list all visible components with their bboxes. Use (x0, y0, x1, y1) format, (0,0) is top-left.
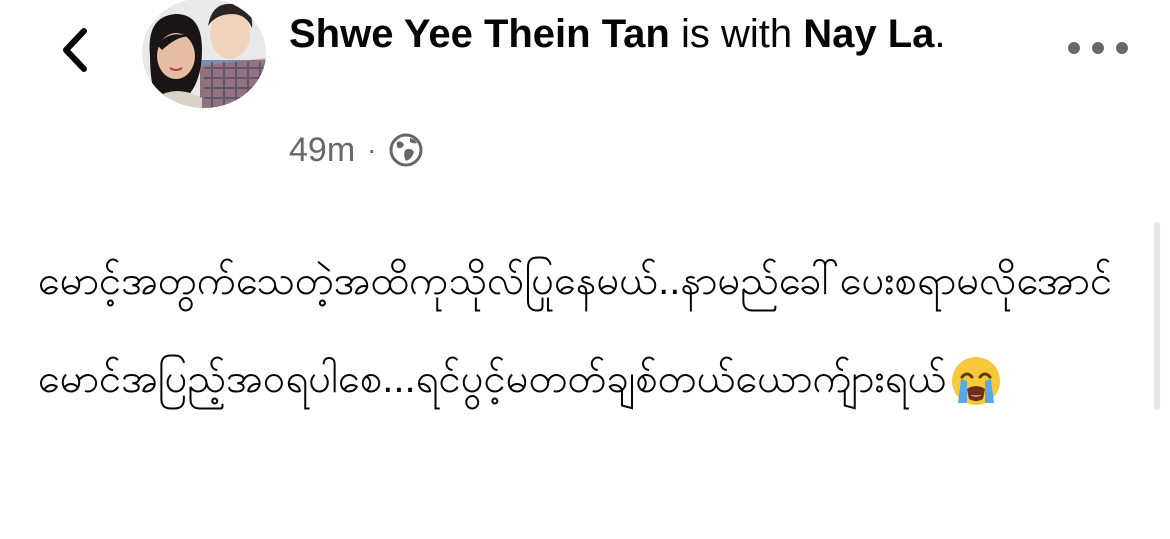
author-name[interactable]: Shwe Yee Thein Tan (289, 12, 670, 56)
post-meta: 49m · (289, 128, 424, 172)
loudly-crying-face-emoji (952, 357, 1001, 406)
tagged-friend[interactable]: Nay La (803, 12, 934, 56)
avatar-photo (142, 0, 266, 108)
chevron-left-icon (63, 28, 87, 72)
avatar[interactable] (142, 0, 266, 108)
post-container: Shwe Yee Thein Tan is with Nay La. 49m ·… (0, 0, 1170, 539)
more-dot (1116, 42, 1128, 54)
with-connector: is with (669, 12, 804, 56)
header-period: . (934, 12, 946, 56)
scrollbar[interactable] (1154, 222, 1160, 410)
post-text: မောင့်အတွက်သေတဲ့အထိကုသိုလ်ပြုနေမယ်..နာမည… (38, 232, 1118, 428)
more-dot (1092, 42, 1104, 54)
post-header: Shwe Yee Thein Tan is with Nay La. (289, 6, 1009, 62)
timestamp[interactable]: 49m (289, 131, 355, 170)
globe-icon[interactable] (388, 132, 424, 168)
meta-separator: · (367, 134, 377, 165)
back-button[interactable] (44, 18, 104, 82)
more-dot (1068, 42, 1080, 54)
more-options-button[interactable] (1068, 30, 1128, 66)
